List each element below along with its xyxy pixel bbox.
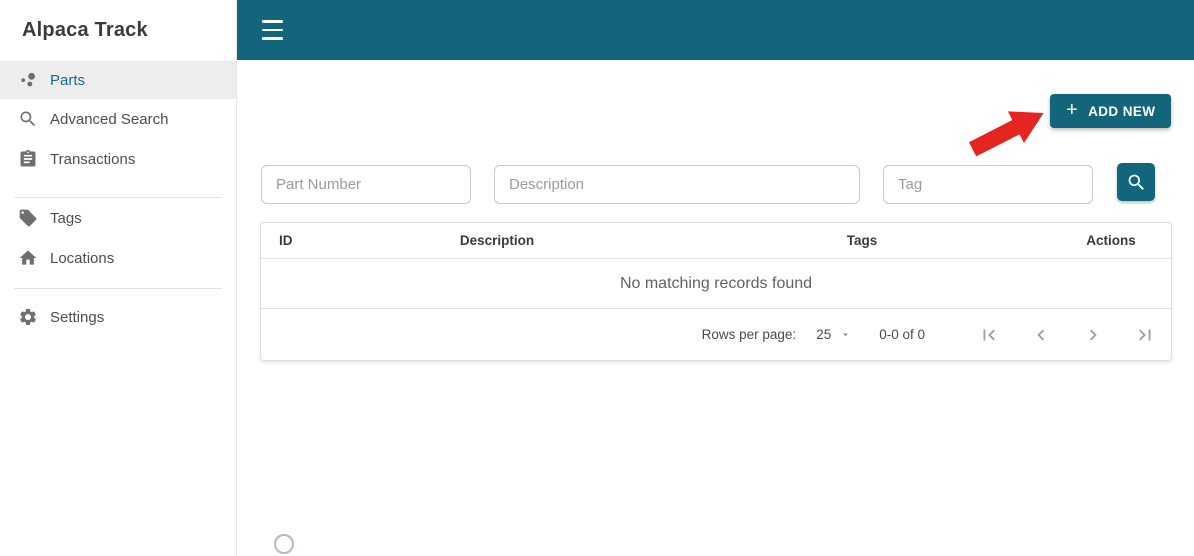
tag-input[interactable] (883, 165, 1093, 204)
previous-page-button[interactable] (1029, 323, 1053, 347)
bubble-chart-icon (17, 69, 39, 91)
last-page-button[interactable] (1133, 323, 1157, 347)
add-new-label: ADD NEW (1088, 103, 1156, 119)
column-header-actions[interactable]: Actions (1086, 223, 1136, 259)
menu-button[interactable] (262, 20, 284, 40)
clipboard-icon (17, 148, 39, 170)
hamburger-icon (262, 28, 283, 32)
rows-per-page-value: 25 (816, 327, 832, 342)
column-header-description[interactable]: Description (460, 223, 534, 259)
empty-state-message: No matching records found (619, 274, 813, 292)
tag-icon (17, 207, 39, 229)
loading-spinner-circle (274, 534, 294, 554)
column-header-tags[interactable]: Tags (847, 223, 878, 259)
chevron-down-icon (843, 333, 849, 336)
hamburger-icon (262, 20, 283, 23)
hamburger-icon (262, 37, 283, 40)
sidebar-divider (14, 288, 222, 289)
table-header-row: ID Description Tags Actions (261, 223, 1171, 259)
annotation-arrow (968, 111, 1044, 157)
first-page-icon (983, 329, 995, 340)
parts-table: ID Description Tags Actions No matching … (260, 222, 1172, 361)
first-page-button[interactable] (977, 323, 1001, 347)
sidebar-item-settings[interactable]: Settings (0, 297, 236, 337)
search-icon (1128, 174, 1144, 190)
part-number-input[interactable] (261, 165, 471, 204)
chevron-right-icon (1089, 329, 1097, 340)
column-header-id[interactable]: ID (279, 223, 293, 259)
home-icon (17, 247, 39, 269)
sidebar-item-label: Transactions (50, 150, 136, 168)
sidebar-item-parts[interactable]: Parts (0, 61, 236, 99)
chevron-left-icon (1037, 329, 1045, 340)
search-icon (17, 108, 39, 130)
last-page-icon (1139, 329, 1151, 340)
rows-per-page-select[interactable]: 25 (816, 327, 851, 342)
empty-state-row: No matching records found (261, 259, 1171, 309)
pagination-range: 0-0 of 0 (879, 327, 925, 342)
app-header (237, 0, 1194, 60)
app-title: Alpaca Track (22, 19, 148, 41)
add-new-button[interactable]: + ADD NEW (1050, 94, 1172, 128)
sidebar-item-label: Parts (50, 71, 86, 89)
sidebar-item-label: Tags (50, 209, 82, 227)
sidebar-item-label: Advanced Search (50, 110, 169, 128)
sidebar-item-tags[interactable]: Tags (0, 198, 236, 238)
sidebar-item-advanced-search[interactable]: Advanced Search (0, 99, 236, 139)
sidebar: Alpaca Track Parts Advanced Search Trans… (0, 0, 237, 556)
search-button[interactable] (1117, 163, 1155, 201)
description-input[interactable] (494, 165, 860, 204)
plus-icon: + (1066, 99, 1079, 121)
sidebar-item-label: Locations (50, 249, 115, 267)
sidebar-item-locations[interactable]: Locations (0, 238, 236, 278)
sidebar-item-label: Settings (50, 308, 105, 326)
sidebar-item-transactions[interactable]: Transactions (0, 139, 236, 179)
pagination-bar: Rows per page: 25 0-0 of 0 (261, 309, 1171, 360)
next-page-button[interactable] (1081, 323, 1105, 347)
gear-icon (17, 306, 39, 328)
rows-per-page-label: Rows per page: (701, 327, 797, 342)
